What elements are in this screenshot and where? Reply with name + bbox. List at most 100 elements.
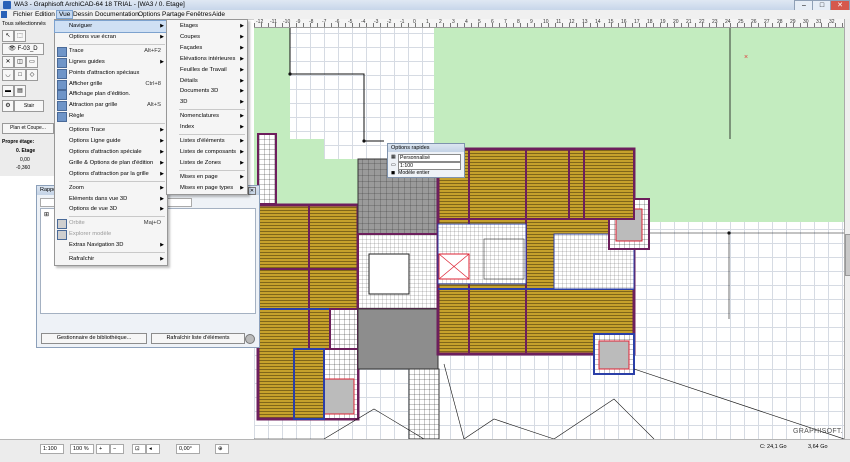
naviguer-submenu-item[interactable]: Nomenclatures ▶ (167, 111, 247, 122)
naviguer-submenu-item[interactable]: Façades ▶ (167, 43, 247, 54)
naviguer-submenu-item[interactable]: Index ▶ (167, 122, 247, 133)
ruler-label: -3 (374, 19, 379, 25)
naviguer-submenu-item[interactable]: Listes de composants ▶ (167, 147, 247, 158)
zone-tool-icon[interactable]: ◇ (26, 69, 38, 81)
arrow-tool-icon[interactable]: ↖ (2, 30, 14, 42)
submenu-arrow-icon: ▶ (240, 138, 244, 144)
menu-documentation[interactable]: Documentation (93, 10, 141, 19)
menu-item-label: Règle (69, 113, 85, 120)
previous-zoom-icon[interactable]: ◂ (146, 444, 160, 454)
settings-icon[interactable] (245, 334, 255, 344)
ruler-label: 28 (777, 19, 783, 25)
library-manager-button[interactable]: Gestionnaire de bibliothèque... (41, 333, 147, 344)
tree-expand-icon[interactable]: ⊞ (44, 211, 49, 218)
wall-tool-icon[interactable]: ✕ (2, 56, 14, 68)
door-tool-icon[interactable]: ◫ (14, 56, 26, 68)
close-icon[interactable]: ✕ (248, 187, 256, 195)
menu-separator (69, 43, 165, 45)
menu-item-label: Options Ligne guide (69, 138, 121, 144)
submenu-item-label: Documents 3D (180, 88, 219, 95)
slab-tool-icon[interactable]: ▬ (2, 85, 14, 97)
marquee-tool-icon[interactable]: ⬚ (14, 30, 26, 42)
vue-menu-item[interactable]: Orbite Maj+O (55, 218, 167, 230)
naviguer-submenu-item[interactable]: Elévations intérieures ▶ (167, 54, 247, 65)
model-entire-label[interactable]: Modèle entier (398, 170, 429, 177)
vue-menu-item[interactable]: Grille & Options de plan d'édition ▶ (55, 158, 167, 169)
submenu-arrow-icon: ▶ (160, 195, 164, 202)
vue-menu-item[interactable]: Afficher grille Ctrl+8 (55, 79, 167, 90)
line-tool-icon[interactable]: ◡ (2, 69, 14, 81)
vue-menu-item[interactable]: Trace Alt+F2 (55, 46, 167, 57)
rectangle-tool-icon[interactable]: □ (14, 69, 26, 81)
vertical-scrollbar[interactable] (844, 19, 850, 439)
vue-menu-item[interactable]: Règle (55, 111, 167, 123)
ruler-label: 5 (478, 19, 481, 25)
submenu-arrow-icon: ▶ (240, 159, 244, 166)
vue-menu-item[interactable]: Options d'attraction par la grille ▶ (55, 169, 167, 180)
menu-aide[interactable]: Aide (210, 10, 227, 19)
vue-menu-item[interactable]: Lignes guides ▶ (55, 57, 167, 68)
central-stair (368, 253, 410, 295)
menu-edition[interactable]: Edition (33, 10, 57, 19)
site-boundary-line (289, 27, 384, 142)
scale-selector[interactable]: 1:100 (398, 162, 461, 170)
naviguer-submenu-item[interactable]: Coupes ▶ (167, 32, 247, 43)
vue-menu-item[interactable]: Points d'attraction spéciaux (55, 68, 167, 79)
menu-item-shortcut: Maj+O (143, 220, 161, 227)
submenu-item-label: Listes de Zones (180, 159, 221, 166)
angle-display[interactable]: 0,00° (176, 444, 200, 454)
ruler-label: 22 (699, 19, 705, 25)
menu-options[interactable]: Options (136, 10, 162, 19)
scale-icon: ▭ (391, 162, 396, 168)
naviguer-submenu-item[interactable]: Listes d'éléments ▶ (167, 136, 247, 147)
submenu-arrow-icon: ▶ (160, 256, 164, 262)
vue-menu-item[interactable]: Attraction par grille Alt+S (55, 100, 167, 112)
menu-partage[interactable]: Partage (160, 10, 187, 19)
settings-icon[interactable]: ⚙ (2, 100, 14, 112)
vue-menu-item[interactable]: Options d'attraction spéciale ▶ (55, 147, 167, 158)
vue-menu-item[interactable]: Options Ligne guide ▶ (55, 136, 167, 147)
column-tool-icon[interactable]: ▭ (26, 56, 38, 68)
naviguer-submenu-item[interactable]: 3D ▶ (167, 97, 247, 108)
layer-combination-selector[interactable]: 👁 F-03_D (2, 43, 44, 55)
naviguer-submenu-item[interactable]: Feuilles de Travail ▶ (167, 65, 247, 76)
scroll-thumb[interactable] (845, 234, 850, 276)
fit-window-icon[interactable]: ⊡ (132, 444, 146, 454)
menu-item-label: Options de vue 3D (69, 206, 118, 213)
zoom-in-icon[interactable]: + (96, 444, 110, 454)
vue-menu-item[interactable]: Rafraîchir ▶ (55, 254, 167, 265)
orientation-icon[interactable]: ⊕ (215, 444, 229, 454)
document-icon[interactable] (1, 11, 7, 18)
submenu-arrow-icon: ▶ (160, 33, 164, 40)
vue-menu-item[interactable]: Eléments dans vue 3D ▶ (55, 194, 167, 205)
refresh-element-list-button[interactable]: Rafraîchir liste d'éléments (151, 333, 245, 344)
naviguer-submenu-item[interactable]: Détails ▶ (167, 76, 247, 87)
naviguer-submenu-item[interactable]: Listes de Zones ▶ (167, 158, 247, 169)
floor-plan-canvas[interactable]: × (254, 19, 844, 439)
vue-menu-item[interactable]: Options Trace ▶ (55, 125, 167, 136)
plan-and-section-button[interactable]: Plan et Coupe... (2, 123, 54, 134)
ruler-label: -9 (296, 19, 301, 25)
submenu-item-label: Mises en page types (180, 184, 234, 191)
vue-menu-item[interactable]: Extras Navigation 3D ▶ (55, 240, 167, 251)
zoom-out-icon[interactable]: − (110, 444, 124, 454)
vue-menu-item[interactable]: Affichage plan d'édition. (55, 89, 167, 101)
vue-menu-item[interactable]: Options vue écran ▶ (55, 32, 167, 43)
menu-item-label: Eléments dans vue 3D (69, 195, 128, 202)
menu-dessin[interactable]: Dessin (71, 10, 95, 19)
model-view-option-selector[interactable]: Personnalisé (398, 154, 461, 162)
naviguer-submenu-item[interactable]: Etages ▶ (167, 21, 247, 32)
naviguer-submenu: Etages ▶ Coupes ▶ Façades ▶ Elévations intérie… (166, 19, 248, 195)
zoom-display[interactable]: 100 % (70, 444, 94, 454)
beam-tool-icon[interactable]: ▤ (14, 85, 26, 97)
vue-menu-item[interactable]: Naviguer ▶ (54, 20, 168, 33)
menu-fichier[interactable]: Fichier (11, 10, 35, 19)
scale-display[interactable]: 1:100 (40, 444, 64, 454)
naviguer-submenu-item[interactable]: Mises en page ▶ (167, 172, 247, 183)
naviguer-submenu-item[interactable]: Mises en page types ▶ (167, 183, 247, 194)
vue-menu-item[interactable]: Options de vue 3D ▶ (55, 204, 167, 215)
stair-type-selector[interactable]: Stair (14, 100, 44, 112)
vue-menu-item[interactable]: Explorer modèle (55, 229, 167, 241)
vue-menu-item[interactable]: Zoom ▶ (55, 183, 167, 194)
naviguer-submenu-item[interactable]: Documents 3D ▶ (167, 86, 247, 97)
